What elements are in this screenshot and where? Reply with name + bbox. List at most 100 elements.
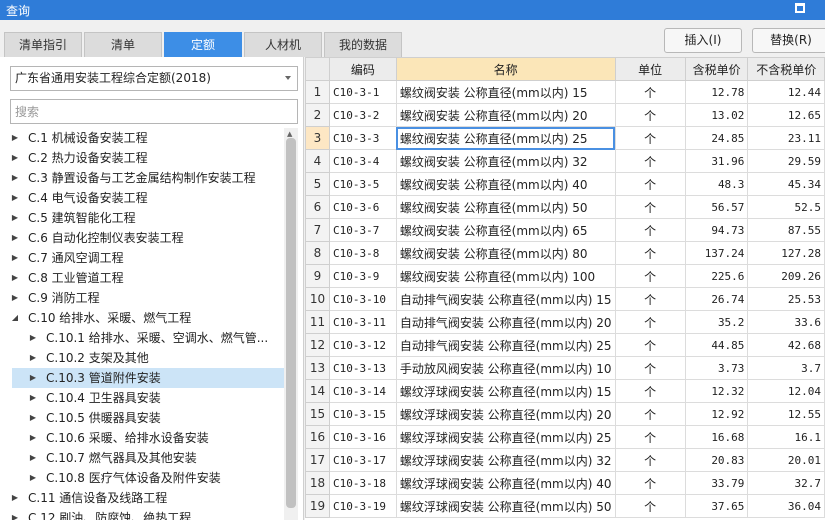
cell-price-tax[interactable]: 12.78 [684, 80, 749, 104]
cell-name[interactable]: 螺纹浮球阀安装 公称直径(mm以内) 50 [395, 494, 616, 518]
cell-price-notax[interactable]: 36.04 [747, 494, 825, 518]
cell-price-tax[interactable]: 225.6 [684, 264, 749, 288]
tree-node[interactable]: ▶ C.10.1 给排水、采暖、空调水、燃气管... [12, 328, 284, 348]
cell-unit[interactable]: 个 [614, 80, 686, 104]
cell-code[interactable]: C10-3-5 [328, 172, 397, 196]
tree-node[interactable]: ▶ C.8 工业管道工程 [12, 268, 284, 288]
cell-price-notax[interactable]: 45.34 [747, 172, 825, 196]
insert-button[interactable]: 插入(I) [664, 28, 742, 53]
expand-right-icon[interactable]: ▶ [28, 328, 38, 348]
cell-price-notax[interactable]: 3.7 [747, 356, 825, 380]
cell-code[interactable]: C10-3-15 [328, 402, 397, 426]
cell-name[interactable]: 自动排气阀安装 公称直径(mm以内) 15 [395, 287, 616, 311]
tree-node[interactable]: ▶ C.4 电气设备安装工程 [12, 188, 284, 208]
table-row[interactable]: 9 C10-3-9 螺纹阀安装 公称直径(mm以内) 100 个 225.6 209.26 [305, 264, 825, 288]
tab-my-data[interactable]: 我的数据 [324, 32, 402, 57]
scrollbar-thumb[interactable] [286, 138, 296, 508]
expand-right-icon[interactable]: ▶ [10, 188, 20, 208]
row-number[interactable]: 13 [305, 356, 330, 380]
tree-node[interactable]: ▶ C.5 建筑智能化工程 [12, 208, 284, 228]
row-number[interactable]: 16 [305, 425, 330, 449]
cell-price-tax[interactable]: 16.68 [684, 425, 749, 449]
tree-node[interactable]: ▶ C.10.4 卫生器具安装 [12, 388, 284, 408]
search-input[interactable] [10, 99, 298, 124]
tree-node[interactable]: ▶ C.6 自动化控制仪表安装工程 [12, 228, 284, 248]
cell-name[interactable]: 螺纹浮球阀安装 公称直径(mm以内) 25 [395, 425, 616, 449]
row-number[interactable]: 14 [305, 379, 330, 403]
cell-price-notax[interactable]: 29.59 [747, 149, 825, 173]
cell-name[interactable]: 螺纹阀安装 公称直径(mm以内) 15 [395, 80, 616, 104]
cell-price-notax[interactable]: 12.44 [747, 80, 825, 104]
expand-right-icon[interactable]: ▶ [10, 168, 20, 188]
row-number[interactable]: 6 [305, 195, 330, 219]
tree-node[interactable]: ▶ C.10.6 采暖、给排水设备安装 [12, 428, 284, 448]
tab-labor-material-machine[interactable]: 人材机 [244, 32, 322, 57]
cell-price-tax[interactable]: 24.85 [684, 126, 749, 150]
scroll-up-icon[interactable]: ▲ [287, 130, 292, 138]
cell-unit[interactable]: 个 [614, 264, 686, 288]
cell-unit[interactable]: 个 [614, 356, 686, 380]
cell-unit[interactable]: 个 [614, 471, 686, 495]
table-row[interactable]: 2 C10-3-2 螺纹阀安装 公称直径(mm以内) 20 个 13.02 12.65 [305, 103, 825, 127]
cell-price-tax[interactable]: 48.3 [684, 172, 749, 196]
cell-unit[interactable]: 个 [614, 172, 686, 196]
tab-list[interactable]: 清单 [84, 32, 162, 57]
cell-price-tax[interactable]: 20.83 [684, 448, 749, 472]
tree-node[interactable]: ▶ C.2 热力设备安装工程 [12, 148, 284, 168]
cell-code[interactable]: C10-3-16 [328, 425, 397, 449]
row-number[interactable]: 5 [305, 172, 330, 196]
expand-right-icon[interactable]: ▶ [28, 468, 38, 488]
cell-code[interactable]: C10-3-17 [328, 448, 397, 472]
expand-right-icon[interactable]: ▶ [10, 268, 20, 288]
cell-price-notax[interactable]: 12.55 [747, 402, 825, 426]
cell-unit[interactable]: 个 [614, 379, 686, 403]
table-row[interactable]: 19 C10-3-19 螺纹浮球阀安装 公称直径(mm以内) 50 个 37.65 36.… [305, 494, 825, 518]
cell-code[interactable]: C10-3-2 [328, 103, 397, 127]
cell-code[interactable]: C10-3-18 [328, 471, 397, 495]
cell-unit[interactable]: 个 [614, 425, 686, 449]
cell-name[interactable]: 自动排气阀安装 公称直径(mm以内) 20 [395, 310, 616, 334]
cell-price-notax[interactable]: 20.01 [747, 448, 825, 472]
expand-right-icon[interactable]: ▶ [28, 388, 38, 408]
row-number[interactable]: 3 [305, 126, 330, 150]
expand-down-icon[interactable]: ◢ [10, 308, 20, 328]
cell-unit[interactable]: 个 [614, 310, 686, 334]
cell-code[interactable]: C10-3-7 [328, 218, 397, 242]
cell-price-tax[interactable]: 37.65 [684, 494, 749, 518]
expand-right-icon[interactable]: ▶ [28, 428, 38, 448]
expand-right-icon[interactable]: ▶ [10, 208, 20, 228]
expand-right-icon[interactable]: ▶ [10, 228, 20, 248]
cell-price-tax[interactable]: 13.02 [684, 103, 749, 127]
table-row[interactable]: 10 C10-3-10 自动排气阀安装 公称直径(mm以内) 15 个 26.74 25.… [305, 287, 825, 311]
row-number[interactable]: 10 [305, 287, 330, 311]
table-row[interactable]: 16 C10-3-16 螺纹浮球阀安装 公称直径(mm以内) 25 个 16.68 16.… [305, 425, 825, 449]
cell-price-tax[interactable]: 44.85 [684, 333, 749, 357]
expand-right-icon[interactable]: ▶ [10, 148, 20, 168]
expand-right-icon[interactable]: ▶ [10, 488, 20, 508]
row-number[interactable]: 11 [305, 310, 330, 334]
cell-price-notax[interactable]: 42.68 [747, 333, 825, 357]
table-row[interactable]: 11 C10-3-11 自动排气阀安装 公称直径(mm以内) 20 个 35.2 33.6 [305, 310, 825, 334]
expand-right-icon[interactable]: ▶ [28, 408, 38, 428]
cell-price-tax[interactable]: 137.24 [684, 241, 749, 265]
cell-code[interactable]: C10-3-19 [328, 494, 397, 518]
cell-price-notax[interactable]: 87.55 [747, 218, 825, 242]
cell-name[interactable]: 自动排气阀安装 公称直径(mm以内) 25 [395, 333, 616, 357]
tree-node[interactable]: ▶ C.10.5 供暖器具安装 [12, 408, 284, 428]
row-number[interactable]: 18 [305, 471, 330, 495]
row-number[interactable]: 4 [305, 149, 330, 173]
row-number[interactable]: 12 [305, 333, 330, 357]
cell-price-tax[interactable]: 94.73 [684, 218, 749, 242]
tree-node[interactable]: ▶ C.12 刷油、防腐蚀、绝热工程 [12, 508, 284, 520]
tree-node[interactable]: ▶ C.10.7 燃气器具及其他安装 [12, 448, 284, 468]
table-row[interactable]: 18 C10-3-18 螺纹浮球阀安装 公称直径(mm以内) 40 个 33.79 32.… [305, 471, 825, 495]
quota-library-select[interactable]: 广东省通用安装工程综合定额(2018) [10, 66, 298, 91]
cell-unit[interactable]: 个 [614, 448, 686, 472]
cell-price-notax[interactable]: 33.6 [747, 310, 825, 334]
cell-code[interactable]: C10-3-12 [328, 333, 397, 357]
row-number[interactable]: 2 [305, 103, 330, 127]
cell-name[interactable]: 螺纹阀安装 公称直径(mm以内) 40 [395, 172, 616, 196]
row-number[interactable]: 17 [305, 448, 330, 472]
tree-node[interactable]: ▶ C.7 通风空调工程 [12, 248, 284, 268]
cell-price-tax[interactable]: 56.57 [684, 195, 749, 219]
